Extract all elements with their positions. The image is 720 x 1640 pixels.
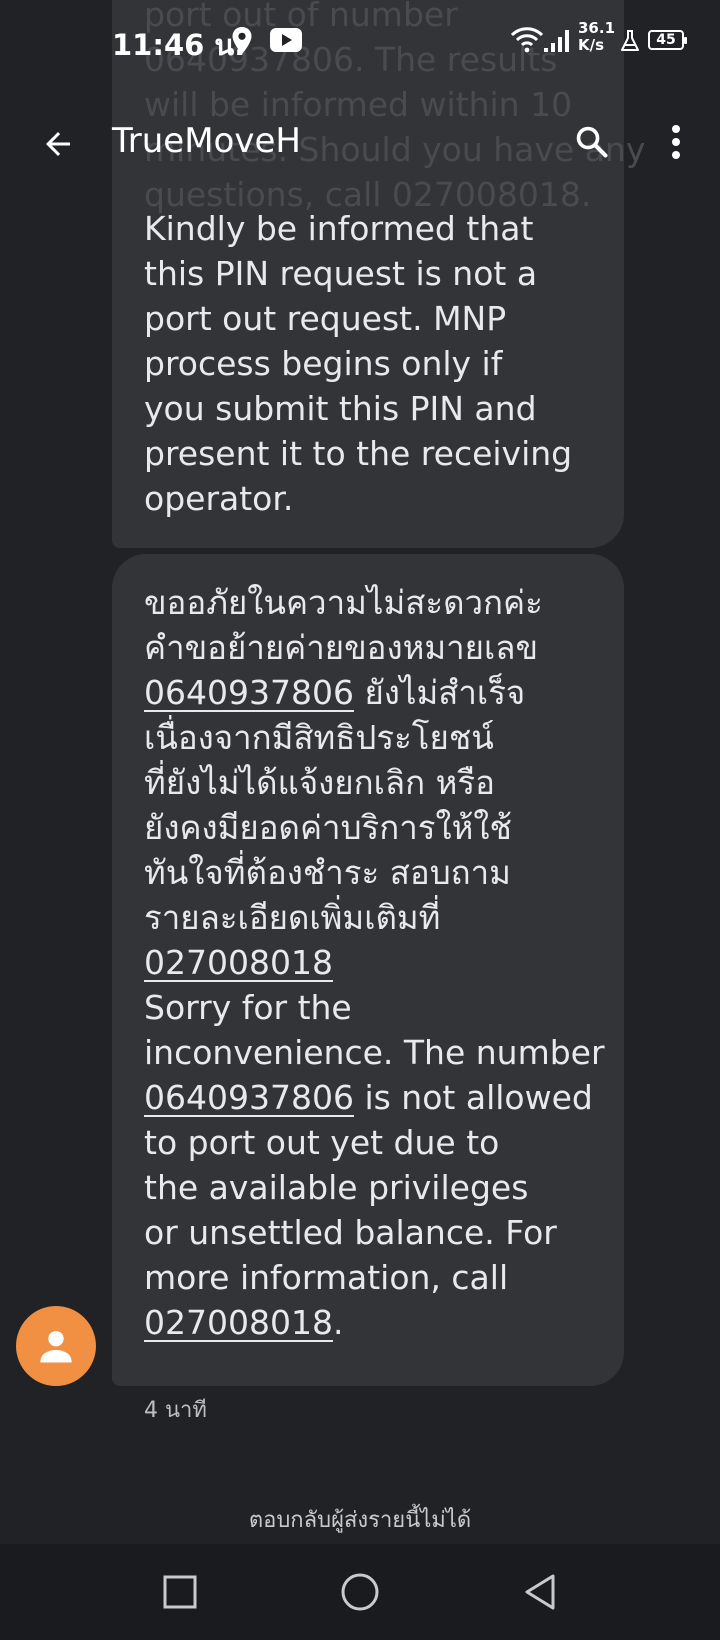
system-nav-bar	[0, 1544, 720, 1640]
message-line: 027008018.	[144, 1300, 594, 1345]
message-line: or unsettled balance. For	[144, 1213, 557, 1252]
triangle-back-icon	[525, 1574, 555, 1610]
message-line: ขออภัยในความไม่สะดวกค่ะ	[144, 583, 543, 622]
message-line: port out request. MNP	[144, 299, 507, 338]
message-bubble-port-out-failed[interactable]: ขออภัยในความไม่สะดวกค่ะ คำขอย้ายค่ายของห…	[112, 554, 624, 1386]
status-time: 11:46 น.	[112, 28, 246, 62]
battery-icon: 45	[648, 30, 687, 50]
circle-icon	[341, 1573, 379, 1611]
message-line: the available privileges	[144, 1168, 529, 1207]
message-line: 027008018	[144, 940, 594, 985]
message-line: operator.	[144, 479, 294, 518]
message-line: Sorry for the	[144, 988, 352, 1027]
message-line: ยังคงมียอดค่าบริการให้ใช้	[144, 808, 512, 847]
phone-number-link[interactable]: 027008018	[144, 943, 333, 982]
back-button[interactable]	[32, 118, 84, 170]
app-bar: TrueMoveH	[0, 84, 720, 204]
message-text: .	[332, 1303, 344, 1342]
phone-number-link[interactable]: 027008018	[144, 1303, 333, 1342]
message-line: more information, call	[144, 1258, 509, 1297]
location-icon	[232, 27, 252, 54]
wifi-icon	[510, 27, 544, 53]
lab-icon	[621, 30, 639, 51]
more-vert-icon	[672, 125, 680, 159]
search-button[interactable]	[566, 114, 618, 170]
more-options-button[interactable]	[656, 114, 696, 170]
message-line: รายละเอียดเพิ่มเติมที่	[144, 898, 441, 937]
youtube-icon	[270, 28, 302, 52]
network-speed-unit: K/s	[578, 36, 605, 54]
message-line: to port out yet due to	[144, 1123, 500, 1162]
no-reply-notice: ตอบกลับผู้ส่งรายนี้ไม่ได้	[248, 1508, 472, 1533]
message-line: process begins only if	[144, 344, 503, 383]
battery-level: 45	[656, 32, 676, 48]
person-icon	[40, 1330, 72, 1363]
message-line: เนื่องจากมีสิทธิประโยชน์	[144, 718, 494, 757]
message-line: you submit this PIN and	[144, 389, 537, 428]
network-speed-value: 36.1	[578, 19, 616, 37]
message-line: ทันใจที่ต้องชำระ สอบถาม	[144, 853, 511, 892]
message-line: inconvenience. The number	[144, 1033, 605, 1072]
message-text: ยังไม่สำเร็จ	[353, 673, 526, 712]
message-line: คำขอย้ายค่ายของหมายเลข	[144, 628, 539, 667]
back-nav-button[interactable]	[516, 1568, 564, 1616]
message-list[interactable]: port out of number 0640937806. The resul…	[0, 0, 720, 1500]
status-bar: 11:46 น. 36.1 K/s 45	[0, 0, 720, 84]
network-speed: 36.1 K/s	[578, 20, 615, 54]
home-button[interactable]	[336, 1568, 384, 1616]
square-icon	[163, 1575, 197, 1609]
back-arrow-icon	[46, 132, 70, 156]
phone-number-link[interactable]: 0640937806	[144, 673, 354, 712]
message-line: 0640937806 ยังไม่สำเร็จ	[144, 670, 594, 715]
message-timestamp: 4 นาที	[144, 1398, 207, 1423]
conversation-title: TrueMoveH	[112, 121, 301, 161]
phone-number-link[interactable]: 0640937806	[144, 1078, 354, 1117]
message-line: present it to the receiving	[144, 434, 573, 473]
signal-icon	[544, 30, 569, 52]
message-line: this PIN request is not a	[144, 254, 538, 293]
avatar[interactable]	[16, 1306, 96, 1386]
message-line: ที่ยังไม่ได้แจ้งยกเลิก หรือ	[144, 763, 495, 802]
search-icon	[576, 126, 608, 158]
recents-button[interactable]	[156, 1568, 204, 1616]
message-text: is not allowed	[353, 1078, 593, 1117]
message-line: 0640937806 is not allowed	[144, 1075, 594, 1120]
